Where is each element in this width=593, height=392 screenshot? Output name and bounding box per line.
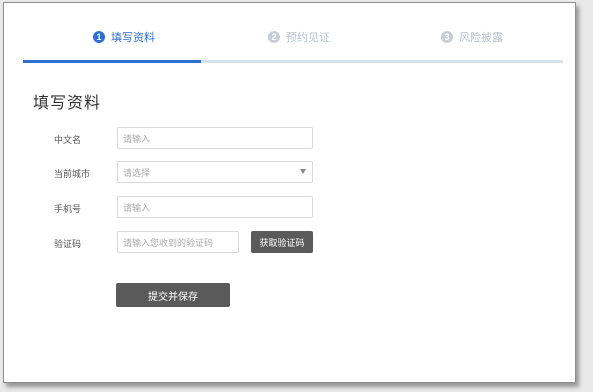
step-2[interactable]: 2 预约见证 <box>268 29 330 45</box>
get-code-button[interactable]: 获取验证码 <box>251 231 313 253</box>
step-1-number: 1 <box>93 31 105 43</box>
city-label: 当前城市 <box>54 169 91 179</box>
step-3[interactable]: 3 风险披露 <box>441 29 503 45</box>
phone-input[interactable]: 请输入 <box>117 196 313 218</box>
chevron-down-icon <box>300 169 306 174</box>
code-row: 验证码 请输入您收到的验证码 获取验证码 <box>4 231 575 255</box>
phone-label: 手机号 <box>54 204 82 214</box>
chinese-name-label: 中文名 <box>54 135 82 145</box>
step-indicator: 1 填写资料 2 预约见证 3 风险披露 <box>23 3 563 65</box>
progress-fill <box>23 60 202 63</box>
step-1[interactable]: 1 填写资料 <box>93 29 155 45</box>
code-label: 验证码 <box>54 239 82 249</box>
submit-button[interactable]: 提交并保存 <box>116 283 230 307</box>
form-title: 填写资料 <box>33 95 102 112</box>
step-1-label: 填写资料 <box>111 32 155 44</box>
step-3-label: 风险披露 <box>459 32 503 44</box>
city-select[interactable]: 请选择 <box>117 161 313 183</box>
code-input[interactable]: 请输入您收到的验证码 <box>117 231 239 253</box>
page-frame: 1 填写资料 2 预约见证 3 风险披露 填写资料 中文名 请输入 当前城市 请… <box>3 2 576 383</box>
chinese-name-input[interactable]: 请输入 <box>117 127 313 149</box>
phone-row: 手机号 请输入 <box>4 196 575 220</box>
progress-track <box>23 60 563 63</box>
city-select-placeholder: 请选择 <box>123 167 151 178</box>
city-row: 当前城市 请选择 <box>4 161 575 185</box>
step-2-label: 预约见证 <box>286 32 330 44</box>
step-3-number: 3 <box>441 31 453 43</box>
chinese-name-row: 中文名 请输入 <box>4 127 575 151</box>
step-2-number: 2 <box>268 31 280 43</box>
